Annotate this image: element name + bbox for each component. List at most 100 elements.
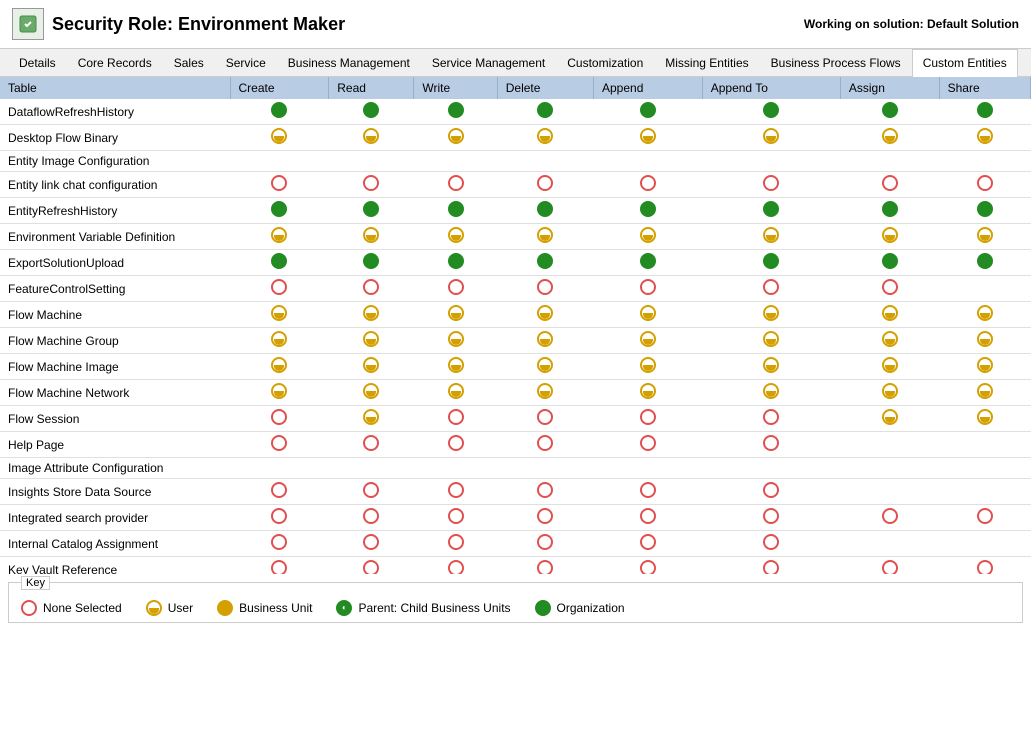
cell-append[interactable] xyxy=(594,432,703,458)
tab-customization[interactable]: Customization xyxy=(556,49,654,76)
cell-create[interactable] xyxy=(230,458,329,479)
cell-assign[interactable] xyxy=(840,406,939,432)
cell-assign[interactable] xyxy=(840,458,939,479)
tab-core-records[interactable]: Core Records xyxy=(67,49,163,76)
cell-delete[interactable] xyxy=(497,432,593,458)
cell-create[interactable] xyxy=(230,302,329,328)
cell-read[interactable] xyxy=(329,479,414,505)
tab-business-management[interactable]: Business Management xyxy=(277,49,421,76)
cell-create[interactable] xyxy=(230,224,329,250)
cell-delete[interactable] xyxy=(497,250,593,276)
cell-write[interactable] xyxy=(414,531,497,557)
cell-append[interactable] xyxy=(594,505,703,531)
tab-custom-entities[interactable]: Custom Entities xyxy=(912,49,1018,77)
cell-create[interactable] xyxy=(230,250,329,276)
cell-write[interactable] xyxy=(414,406,497,432)
cell-appendTo[interactable] xyxy=(702,354,840,380)
cell-create[interactable] xyxy=(230,198,329,224)
cell-write[interactable] xyxy=(414,557,497,575)
cell-delete[interactable] xyxy=(497,151,593,172)
cell-append[interactable] xyxy=(594,328,703,354)
cell-append[interactable] xyxy=(594,250,703,276)
cell-create[interactable] xyxy=(230,557,329,575)
cell-append[interactable] xyxy=(594,302,703,328)
cell-share[interactable] xyxy=(939,172,1030,198)
cell-assign[interactable] xyxy=(840,505,939,531)
cell-assign[interactable] xyxy=(840,479,939,505)
cell-create[interactable] xyxy=(230,172,329,198)
cell-write[interactable] xyxy=(414,505,497,531)
cell-read[interactable] xyxy=(329,432,414,458)
cell-appendTo[interactable] xyxy=(702,198,840,224)
cell-append[interactable] xyxy=(594,125,703,151)
cell-assign[interactable] xyxy=(840,557,939,575)
cell-appendTo[interactable] xyxy=(702,328,840,354)
cell-assign[interactable] xyxy=(840,125,939,151)
cell-delete[interactable] xyxy=(497,479,593,505)
cell-delete[interactable] xyxy=(497,172,593,198)
tab-sales[interactable]: Sales xyxy=(163,49,215,76)
cell-appendTo[interactable] xyxy=(702,432,840,458)
cell-delete[interactable] xyxy=(497,198,593,224)
cell-read[interactable] xyxy=(329,557,414,575)
cell-appendTo[interactable] xyxy=(702,479,840,505)
cell-appendTo[interactable] xyxy=(702,458,840,479)
cell-delete[interactable] xyxy=(497,406,593,432)
cell-delete[interactable] xyxy=(497,557,593,575)
cell-delete[interactable] xyxy=(497,328,593,354)
cell-create[interactable] xyxy=(230,151,329,172)
cell-share[interactable] xyxy=(939,432,1030,458)
cell-append[interactable] xyxy=(594,276,703,302)
cell-share[interactable] xyxy=(939,224,1030,250)
cell-appendTo[interactable] xyxy=(702,125,840,151)
cell-read[interactable] xyxy=(329,198,414,224)
cell-create[interactable] xyxy=(230,479,329,505)
cell-assign[interactable] xyxy=(840,250,939,276)
cell-write[interactable] xyxy=(414,99,497,125)
cell-write[interactable] xyxy=(414,479,497,505)
cell-delete[interactable] xyxy=(497,531,593,557)
cell-appendTo[interactable] xyxy=(702,99,840,125)
cell-write[interactable] xyxy=(414,380,497,406)
cell-write[interactable] xyxy=(414,224,497,250)
cell-share[interactable] xyxy=(939,458,1030,479)
cell-append[interactable] xyxy=(594,406,703,432)
cell-read[interactable] xyxy=(329,224,414,250)
cell-create[interactable] xyxy=(230,125,329,151)
cell-share[interactable] xyxy=(939,276,1030,302)
cell-read[interactable] xyxy=(329,505,414,531)
cell-read[interactable] xyxy=(329,406,414,432)
cell-read[interactable] xyxy=(329,531,414,557)
cell-appendTo[interactable] xyxy=(702,151,840,172)
cell-share[interactable] xyxy=(939,479,1030,505)
tab-details[interactable]: Details xyxy=(8,49,67,76)
cell-share[interactable] xyxy=(939,380,1030,406)
cell-delete[interactable] xyxy=(497,380,593,406)
cell-share[interactable] xyxy=(939,151,1030,172)
cell-delete[interactable] xyxy=(497,354,593,380)
cell-append[interactable] xyxy=(594,151,703,172)
cell-append[interactable] xyxy=(594,99,703,125)
cell-append[interactable] xyxy=(594,557,703,575)
cell-assign[interactable] xyxy=(840,328,939,354)
cell-create[interactable] xyxy=(230,531,329,557)
cell-read[interactable] xyxy=(329,354,414,380)
cell-create[interactable] xyxy=(230,406,329,432)
cell-read[interactable] xyxy=(329,302,414,328)
cell-create[interactable] xyxy=(230,276,329,302)
cell-appendTo[interactable] xyxy=(702,531,840,557)
cell-share[interactable] xyxy=(939,125,1030,151)
cell-appendTo[interactable] xyxy=(702,224,840,250)
cell-share[interactable] xyxy=(939,531,1030,557)
cell-assign[interactable] xyxy=(840,432,939,458)
permissions-table-container[interactable]: Table Create Read Write Delete Append Ap… xyxy=(0,77,1031,574)
cell-share[interactable] xyxy=(939,557,1030,575)
cell-assign[interactable] xyxy=(840,531,939,557)
cell-assign[interactable] xyxy=(840,276,939,302)
cell-write[interactable] xyxy=(414,276,497,302)
cell-appendTo[interactable] xyxy=(702,172,840,198)
cell-assign[interactable] xyxy=(840,172,939,198)
tab-missing-entities[interactable]: Missing Entities xyxy=(654,49,759,76)
cell-write[interactable] xyxy=(414,354,497,380)
cell-share[interactable] xyxy=(939,250,1030,276)
